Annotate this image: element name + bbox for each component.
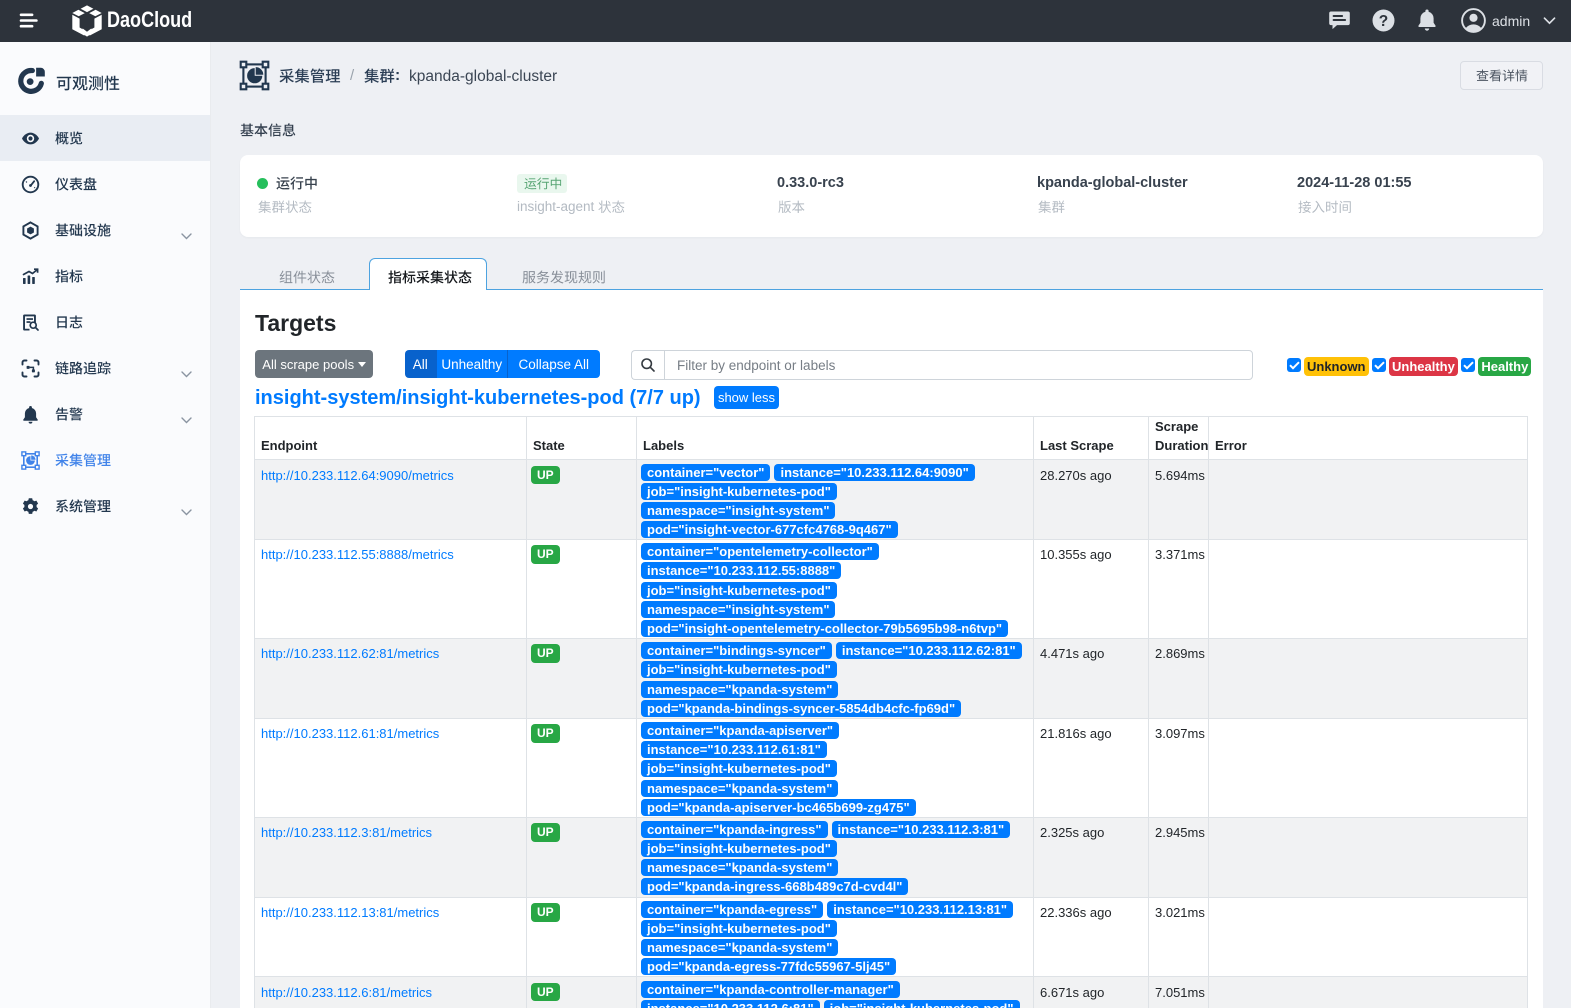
svg-text:?: ? — [1379, 13, 1388, 30]
